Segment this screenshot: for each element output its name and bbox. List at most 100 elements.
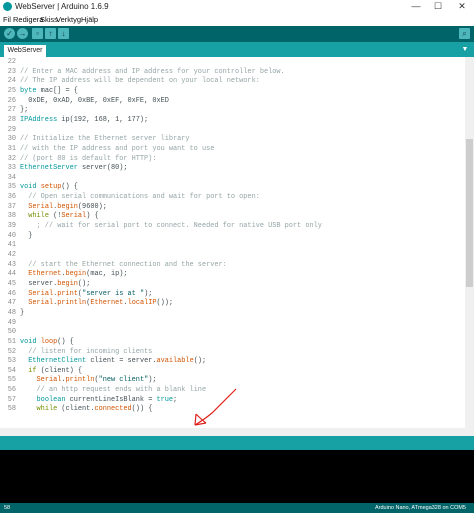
line-number: 38 <box>7 212 16 221</box>
line-number: 29 <box>7 125 16 134</box>
code-token: ; // wait for serial port to connect. Ne… <box>20 222 322 231</box>
code-token: while <box>28 212 49 221</box>
code-token: void <box>20 337 37 346</box>
save-button[interactable]: ↓ <box>58 28 69 39</box>
code-line: 33 EthernetServer server(80); <box>0 164 462 174</box>
code-token: ); <box>144 289 153 298</box>
code-token: (client) { <box>36 366 83 375</box>
line-number: 52 <box>7 347 16 356</box>
code-text: // with the IP address and port you want… <box>20 145 214 155</box>
line-number: 49 <box>7 318 16 327</box>
line-number: 42 <box>7 251 16 259</box>
annotation-arrow <box>194 388 237 426</box>
line-number: 36 <box>7 193 16 202</box>
close-button[interactable]: ✕ <box>452 0 472 14</box>
code-token: Ethernet <box>28 270 62 279</box>
code-text: Serial.println(Ethernet.localIP()); <box>20 299 173 309</box>
line-number: 58 <box>7 405 16 414</box>
code-text: ; // wait for serial port to connect. Ne… <box>20 222 322 232</box>
arduino-logo-icon <box>3 2 12 11</box>
code-line: 30 // Initialize the Ethernet server libr… <box>0 135 462 145</box>
line-number: 28 <box>7 115 16 124</box>
line-number: 55 <box>7 376 16 385</box>
window-title: WebServer | Arduino 1.6.9 <box>15 2 109 11</box>
code-editor[interactable]: 22 23 // Enter a MAC address and IP addres… <box>0 57 474 428</box>
code-token: loop <box>40 337 58 346</box>
minimize-button[interactable]: — <box>406 0 426 14</box>
menu-file[interactable]: Fil <box>3 15 11 24</box>
code-line: 34 <box>0 174 462 184</box>
open-button[interactable]: ↑ <box>45 28 56 39</box>
verify-button[interactable]: ✓ <box>4 28 15 39</box>
code-token: () { <box>57 337 74 346</box>
code-text: server.begin(); <box>20 280 90 290</box>
code-token: println <box>57 299 87 308</box>
scrollbar-thumb[interactable] <box>466 139 473 287</box>
code-text: // Open serial communications and wait f… <box>20 193 260 203</box>
line-number: 24 <box>7 77 16 86</box>
line-number: 32 <box>7 154 16 163</box>
tab-bar: WebServer ▼ <box>0 42 474 57</box>
code-token: } <box>20 231 33 240</box>
code-text: void loop() { <box>20 338 74 348</box>
code-text: Ethernet.begin(mac, ip); <box>20 270 127 280</box>
code-line: 44 Ethernet.begin(mac, ip); <box>0 270 462 280</box>
menu-edit[interactable]: Redigera <box>13 15 43 24</box>
vertical-scrollbar[interactable] <box>465 57 474 428</box>
code-text: } <box>20 309 24 319</box>
board-port-info: Arduino Nano, ATmega328 on COM5 <box>374 505 466 511</box>
tab-webserver[interactable]: WebServer <box>4 45 46 57</box>
code-token: // The IP address will be dependent on y… <box>20 77 260 86</box>
code-token: Serial <box>61 212 87 221</box>
code-line: 39 ; // wait for serial port to connect.… <box>0 222 462 232</box>
code-token: } <box>20 308 25 317</box>
status-bar <box>0 436 474 450</box>
code-text: while (client.connected()) { <box>20 405 153 415</box>
maximize-button[interactable]: ☐ <box>428 0 448 14</box>
code-token: byte <box>20 86 37 95</box>
code-token: print <box>57 289 78 298</box>
line-number: 41 <box>7 241 16 250</box>
line-number: 48 <box>7 308 16 317</box>
code-text: IPAddress ip(192, 168, 1, 177); <box>20 116 148 126</box>
menu-tools[interactable]: Verktyg <box>56 15 81 24</box>
console-output <box>0 450 474 503</box>
code-token: EthernetClient <box>28 357 87 366</box>
code-line: 24 // The IP address will be dependent on… <box>0 77 462 87</box>
magnifier-icon: ⌕ <box>462 29 467 38</box>
code-token: begin <box>57 279 78 288</box>
line-number: 35 <box>7 183 16 192</box>
code-line: 35 void setup() { <box>0 183 462 193</box>
code-token: }; <box>20 106 29 115</box>
code-text: Serial.println("new client"); <box>20 376 157 386</box>
code-text: // start the Ethernet connection and the… <box>20 261 227 271</box>
code-text: // an http request ends with a blank lin… <box>20 386 207 396</box>
code-token: EthernetServer <box>20 164 78 173</box>
code-token: Serial <box>28 299 54 308</box>
serial-monitor-button[interactable]: ⌕ <box>459 28 470 39</box>
line-number: 31 <box>7 144 16 153</box>
code-token: // an http request ends with a blank lin… <box>20 386 207 395</box>
code-line: 22 <box>0 58 462 68</box>
menu-help[interactable]: Hjälp <box>81 15 98 24</box>
new-button[interactable]: ▫ <box>32 28 43 39</box>
line-number: 30 <box>7 135 16 144</box>
line-number: 27 <box>7 106 16 115</box>
code-token: void <box>20 183 37 192</box>
tab-menu-button[interactable]: ▼ <box>460 45 470 55</box>
code-token: (); <box>77 279 91 288</box>
code-line: 43 // start the Ethernet connection and … <box>0 261 462 271</box>
upload-button[interactable]: → <box>17 28 28 39</box>
code-token: server(80); <box>77 164 128 173</box>
code-token: // listen for incoming clients <box>20 347 153 356</box>
code-line: 50 <box>0 328 462 338</box>
code-token: ip(192, 168, 1, 177); <box>57 115 149 124</box>
code-text: EthernetServer server(80); <box>20 164 128 174</box>
code-line: 37 Serial.begin(9600); <box>0 203 462 213</box>
line-number: 39 <box>7 222 16 231</box>
code-token: (client. <box>57 405 95 414</box>
code-token: begin <box>57 202 78 211</box>
code-token: true <box>156 395 174 404</box>
